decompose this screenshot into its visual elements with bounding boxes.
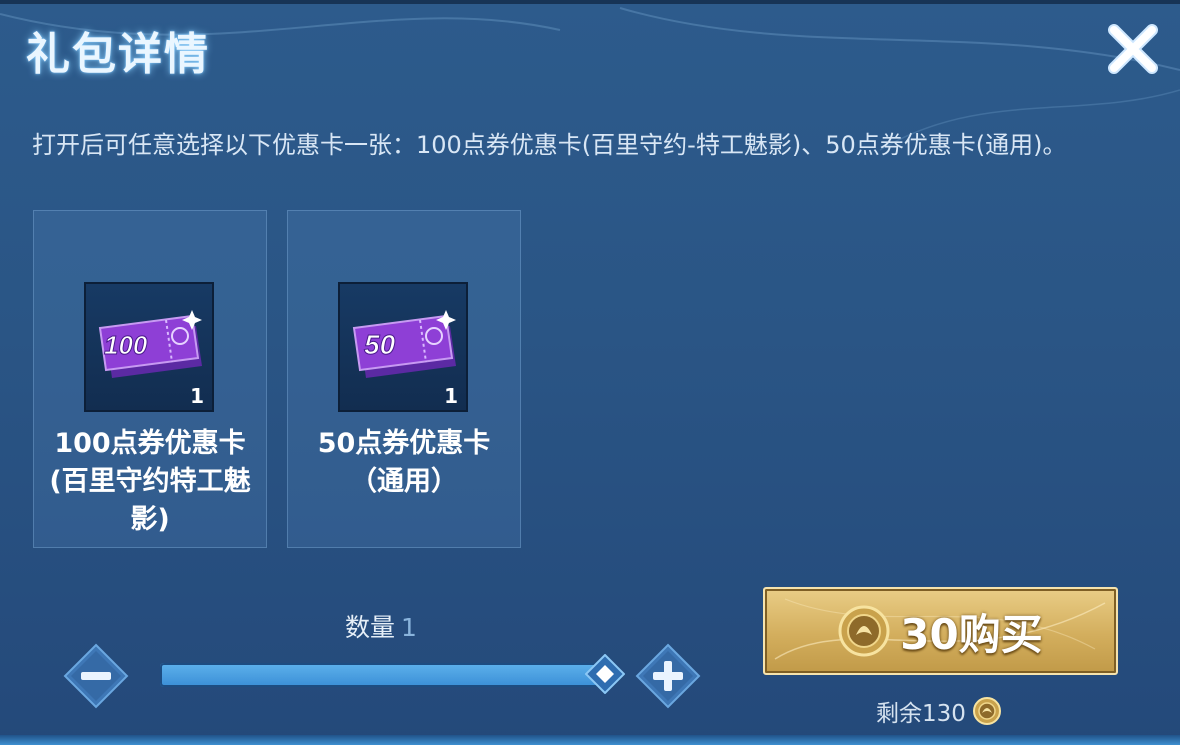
svg-text:100: 100 <box>104 330 148 360</box>
quantity-slider-handle[interactable] <box>584 653 626 695</box>
item-card-50[interactable]: 50 1 50点券优惠卡（通用） <box>287 210 521 548</box>
quantity-label-text: 数量 <box>345 613 396 642</box>
gold-coin-icon <box>838 605 890 657</box>
gold-coin-icon <box>972 697 1001 725</box>
quantity-value: 1 <box>401 613 417 642</box>
buy-button[interactable]: 30购买 <box>763 587 1118 675</box>
item-count: 1 <box>444 384 458 408</box>
close-icon <box>1108 24 1158 74</box>
close-button[interactable] <box>1104 20 1162 78</box>
gift-pack-dialog: 礼包详情 打开后可任意选择以下优惠卡一张：100点券优惠卡(百里守约-特工魅影)… <box>0 0 1180 745</box>
gift-description: 打开后可任意选择以下优惠卡一张：100点券优惠卡(百里守约-特工魅影)、50点券… <box>32 131 1067 159</box>
price-value: 30 <box>900 609 959 659</box>
remaining-text: 剩余130 <box>876 701 966 727</box>
diamond-handle-icon <box>584 653 626 695</box>
item-name: 50点券优惠卡（通用） <box>317 428 491 497</box>
item-thumbnail: 100 1 <box>84 282 214 412</box>
item-name: 100点券优惠卡(百里守约特工魅影) <box>49 428 251 535</box>
decrease-quantity-button[interactable] <box>63 643 129 709</box>
quantity-slider[interactable] <box>160 663 606 687</box>
item-count: 1 <box>190 384 204 408</box>
item-thumbnail: 50 1 <box>338 282 468 412</box>
item-card-100[interactable]: 100 1 100点券优惠卡(百里守约特工魅影) <box>33 210 267 548</box>
minus-icon <box>63 643 129 709</box>
remaining-balance: 剩余130 <box>876 694 1002 728</box>
increase-quantity-button[interactable] <box>635 643 701 709</box>
quantity-label: 数量 1 <box>345 608 417 644</box>
svg-text:50: 50 <box>364 329 396 360</box>
dialog-title: 礼包详情 <box>26 29 210 80</box>
plus-icon <box>635 643 701 709</box>
buy-label: 购买 <box>958 609 1043 659</box>
